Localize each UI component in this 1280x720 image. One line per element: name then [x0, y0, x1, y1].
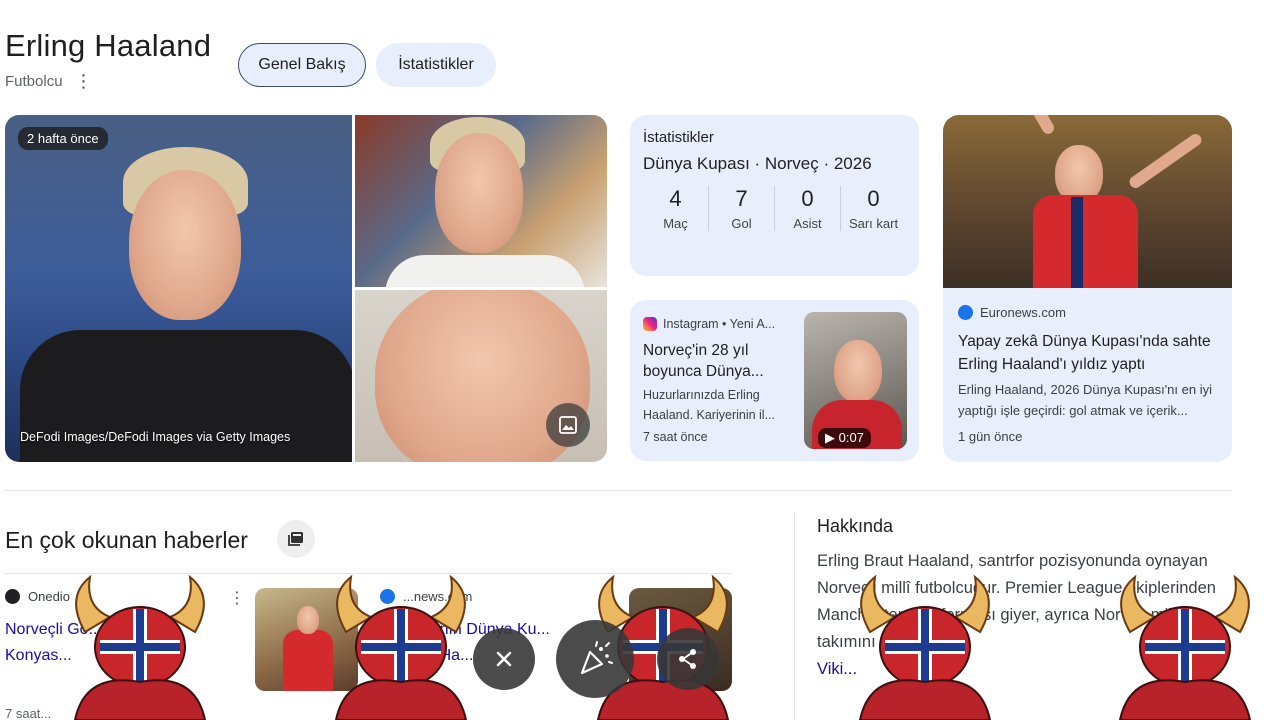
onedio-icon	[5, 589, 20, 604]
news-collection-icon[interactable]	[277, 520, 315, 558]
euronews-source: Euronews.com	[958, 305, 1066, 320]
video-thumbnail[interactable]: ▶ 0:07	[804, 312, 907, 449]
stat-goals: 7 Gol	[709, 186, 775, 231]
euronews-image	[943, 115, 1232, 288]
viking-mascot-icon	[858, 574, 992, 720]
photo-figure-arm	[1127, 131, 1204, 191]
subtitle-label: Futbolcu	[5, 72, 63, 90]
about-heading: Hakkında	[817, 516, 894, 536]
image-icon[interactable]	[546, 403, 590, 447]
source-label: Euronews.com	[980, 305, 1066, 320]
column-divider	[794, 512, 795, 720]
instagram-source: Instagram • Yeni A...	[643, 317, 775, 331]
photo-figure-face	[129, 170, 241, 320]
stat-value: 4	[669, 186, 682, 211]
photo-figure-shirt	[385, 255, 585, 287]
photo-credit: DeFodi Images/DeFodi Images via Getty Im…	[20, 430, 291, 444]
stats-heading: İstatistikler	[643, 129, 714, 146]
viking-mascot-icon	[73, 574, 207, 720]
photo-figure-shirt	[1033, 195, 1138, 288]
party-popper-icon[interactable]	[556, 620, 634, 698]
news-item-time: 7 saat...	[5, 706, 52, 720]
stat-yellow-cards: 0 Sarı kart	[841, 186, 906, 231]
entity-subtitle: Futbolcu ⋮	[5, 72, 93, 90]
stat-label: Sarı kart	[848, 216, 899, 231]
stat-label: Gol	[731, 216, 752, 231]
source-label: Instagram • Yeni A...	[663, 317, 776, 331]
section-divider	[5, 490, 1232, 491]
stat-value: 0	[801, 186, 814, 211]
time-badge: 2 hafta önce	[18, 127, 108, 150]
viking-mascot-icon	[1118, 574, 1252, 720]
close-icon[interactable]	[473, 628, 535, 690]
photo-figure-stripe	[1071, 197, 1083, 288]
stat-value: 0	[867, 186, 880, 211]
more-options-icon[interactable]: ⋮	[75, 72, 93, 90]
euronews-card[interactable]: Euronews.com Yapay zekâ Dünya Kupası'nda…	[943, 115, 1232, 462]
stat-assists: 0 Asist	[775, 186, 841, 231]
stats-context: Dünya Kupası · Norveç · 2026	[643, 154, 872, 173]
instagram-card[interactable]: Instagram • Yeni A... Norveç'in 28 yıl b…	[630, 300, 919, 461]
stat-label: Maç	[663, 216, 688, 231]
euronews-description: Erling Haaland, 2026 Dünya Kupası'nı en …	[958, 382, 1212, 418]
tab-istatistikler[interactable]: İstatistikler	[376, 43, 496, 87]
instagram-icon	[643, 317, 657, 331]
instagram-title[interactable]: Norveç'in 28 yıl boyunca Dünya...	[643, 340, 793, 382]
tab-genel-bakis[interactable]: Genel Bakış	[238, 43, 366, 87]
photo-top-right[interactable]	[355, 115, 607, 287]
stat-label: Asist	[793, 216, 822, 231]
euronews-time: 1 gün önce	[958, 429, 1023, 444]
duration-label: 0:07	[838, 430, 864, 445]
main-photo[interactable]	[5, 115, 352, 462]
more-options-icon[interactable]: ⋮	[229, 588, 245, 608]
euronews-title[interactable]: Yapay zekâ Dünya Kupası'nda sahte Erling…	[958, 330, 1223, 376]
instagram-time: 7 saat önce	[643, 430, 708, 444]
photo-figure-arm	[1010, 115, 1057, 136]
stat-matches: 4 Maç	[643, 186, 709, 231]
instagram-description: Huzurlarınızda Erling Haaland. Kariyerin…	[643, 388, 776, 422]
viking-mascot-icon	[334, 574, 468, 720]
stat-value: 7	[735, 186, 748, 211]
news-heading: En çok okunan haberler	[5, 527, 248, 553]
page-title: Erling Haaland	[5, 28, 212, 63]
stats-card[interactable]: İstatistikler Dünya Kupası · Norveç · 20…	[630, 115, 919, 276]
video-duration: ▶ 0:07	[818, 428, 871, 448]
video-figure-face	[834, 340, 882, 402]
stats-row: 4 Maç 7 Gol 0 Asist 0 Sarı kart	[643, 186, 906, 231]
euronews-icon	[958, 305, 973, 320]
photo-figure-face	[435, 133, 523, 253]
share-icon[interactable]	[657, 628, 719, 690]
